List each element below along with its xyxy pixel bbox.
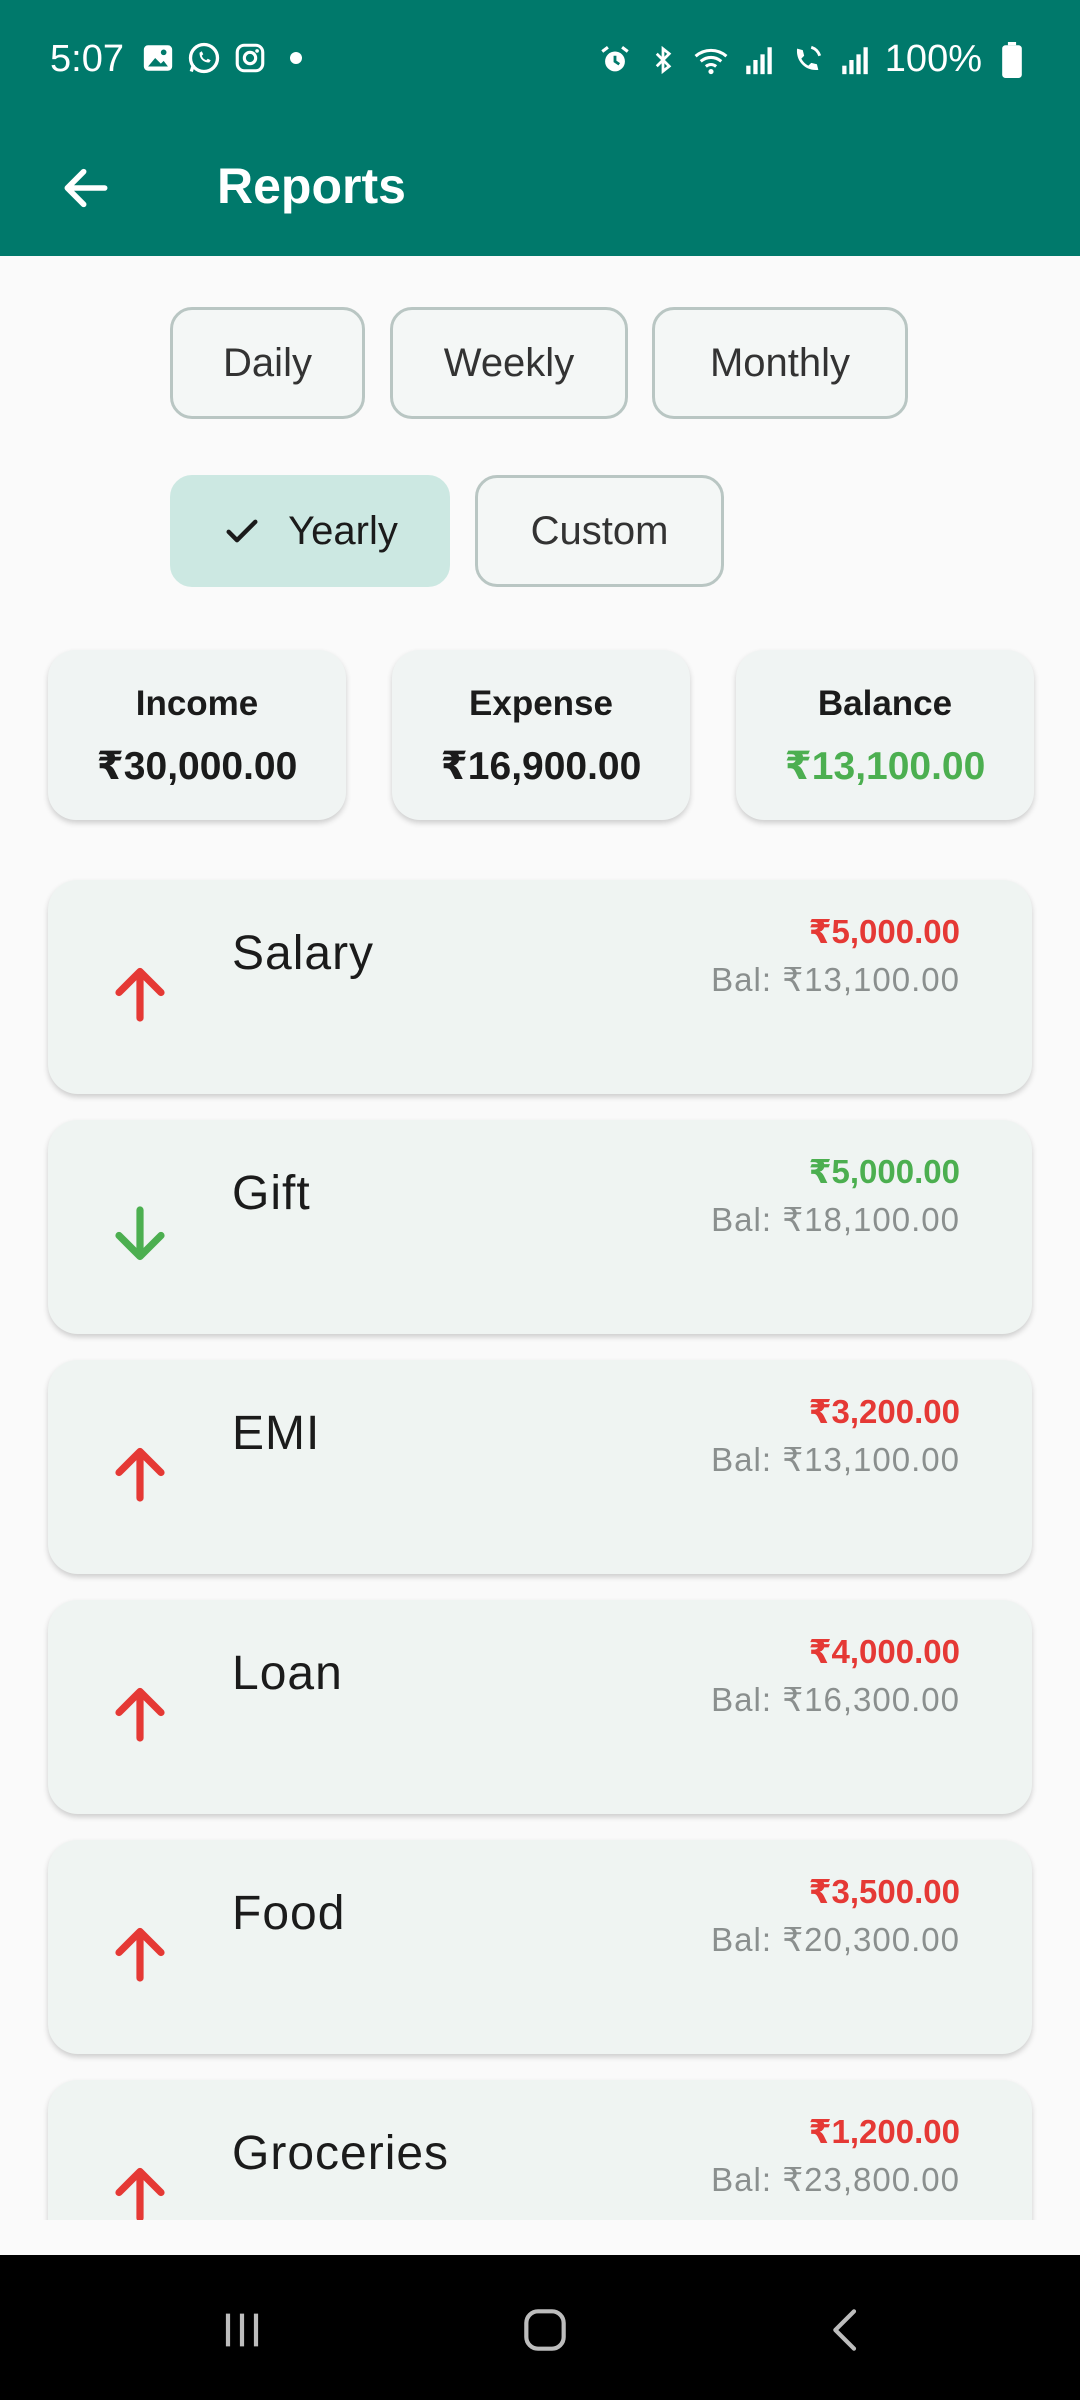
transaction-balance: Bal: ₹18,100.00 bbox=[711, 1201, 960, 1238]
balance-value: ₹13,100.00 bbox=[784, 745, 986, 788]
transaction-card[interactable]: Groceries ₹1,200.00 Bal: ₹23,800.00 bbox=[48, 2080, 1032, 2220]
income-label: Income bbox=[135, 684, 259, 723]
transaction-name: EMI bbox=[232, 1407, 321, 1460]
system-back-button[interactable] bbox=[802, 2285, 892, 2375]
income-value: ₹30,000.00 bbox=[96, 745, 298, 788]
transaction-amount: ₹5,000.00 bbox=[808, 913, 960, 950]
transaction-card[interactable]: Loan ₹4,000.00 Bal: ₹16,300.00 bbox=[48, 1600, 1032, 1814]
transaction-card[interactable]: Food ₹3,500.00 Bal: ₹20,300.00 bbox=[48, 1840, 1032, 2054]
check-icon bbox=[222, 511, 262, 551]
balance-summary-card: Balance ₹13,100.00 bbox=[736, 650, 1034, 820]
instagram-icon bbox=[232, 40, 268, 76]
transaction-balance: Bal: ₹23,800.00 bbox=[711, 2161, 960, 2198]
transaction-balance: Bal: ₹13,100.00 bbox=[711, 1441, 960, 1478]
transaction-amount: ₹5,000.00 bbox=[808, 1153, 960, 1190]
transaction-card[interactable]: EMI ₹3,200.00 Bal: ₹13,100.00 bbox=[48, 1360, 1032, 1574]
chip-label: Daily bbox=[223, 340, 312, 385]
chip-label: Custom bbox=[530, 508, 669, 553]
home-button[interactable] bbox=[500, 2285, 590, 2375]
filter-chip-yearly[interactable]: Yearly bbox=[170, 475, 450, 587]
whatsapp-icon bbox=[186, 40, 222, 76]
filter-chip-weekly[interactable]: Weekly bbox=[390, 307, 628, 419]
expense-summary-card: Expense ₹16,900.00 bbox=[392, 650, 690, 820]
filter-chip-custom[interactable]: Custom bbox=[475, 475, 724, 587]
app-bar: Reports bbox=[0, 120, 1080, 256]
transaction-balance: Bal: ₹20,300.00 bbox=[711, 1921, 960, 1958]
signal-2-icon bbox=[837, 42, 873, 78]
recent-apps-icon bbox=[225, 2313, 259, 2347]
dot-icon bbox=[278, 40, 314, 76]
bluetooth-icon bbox=[645, 42, 681, 78]
arrow-left-icon bbox=[64, 168, 108, 208]
transaction-card[interactable]: Salary ₹5,000.00 Bal: ₹13,100.00 bbox=[48, 880, 1032, 1094]
transaction-balance: Bal: ₹16,300.00 bbox=[711, 1681, 960, 1718]
system-icons: 100% bbox=[597, 38, 1030, 81]
signal-icon bbox=[741, 42, 777, 78]
arrow-up-icon bbox=[115, 1687, 165, 1742]
arrow-down-icon bbox=[115, 1206, 165, 1261]
alarm-icon bbox=[597, 42, 633, 78]
chip-label: Yearly bbox=[288, 508, 398, 553]
notification-icons bbox=[140, 40, 314, 76]
gallery-icon bbox=[140, 40, 176, 76]
transaction-amount: ₹3,500.00 bbox=[808, 1873, 960, 1910]
transaction-card[interactable]: Gift ₹5,000.00 Bal: ₹18,100.00 bbox=[48, 1120, 1032, 1334]
transaction-name: Loan bbox=[232, 1647, 343, 1700]
income-summary-card: Income ₹30,000.00 bbox=[48, 650, 346, 820]
back-button[interactable] bbox=[50, 152, 122, 224]
filter-chip-daily[interactable]: Daily bbox=[170, 307, 365, 419]
battery-icon bbox=[994, 41, 1030, 78]
arrow-up-icon bbox=[115, 1927, 165, 1982]
expense-label: Expense bbox=[469, 684, 613, 723]
balance-label: Balance bbox=[817, 684, 953, 723]
arrow-up-icon bbox=[115, 967, 165, 1022]
call-signal-icon bbox=[789, 42, 825, 78]
battery-percentage: 100% bbox=[884, 38, 982, 80]
chip-label: Monthly bbox=[709, 340, 851, 385]
status-bar: 5:07 100% bbox=[0, 0, 1080, 120]
transaction-name: Gift bbox=[232, 1167, 311, 1220]
arrow-up-icon bbox=[115, 2167, 165, 2220]
arrow-up-icon bbox=[115, 1447, 165, 1502]
chip-label: Weekly bbox=[443, 340, 575, 385]
transaction-name: Salary bbox=[232, 927, 375, 980]
transaction-amount: ₹4,000.00 bbox=[808, 1633, 960, 1670]
transaction-name: Food bbox=[232, 1887, 346, 1940]
transaction-amount: ₹1,200.00 bbox=[808, 2113, 960, 2150]
expense-value: ₹16,900.00 bbox=[440, 745, 642, 788]
system-navigation-bar bbox=[0, 2255, 1080, 2400]
transaction-balance: Bal: ₹13,100.00 bbox=[711, 961, 960, 998]
chevron-left-icon bbox=[833, 2309, 857, 2351]
transaction-name: Groceries bbox=[232, 2127, 450, 2180]
home-icon bbox=[524, 2309, 566, 2351]
status-time: 5:07 bbox=[50, 38, 124, 80]
recent-apps-button[interactable] bbox=[197, 2285, 287, 2375]
transaction-list[interactable]: Salary ₹5,000.00 Bal: ₹13,100.00 Gift ₹5… bbox=[0, 870, 1080, 2220]
filter-chip-monthly[interactable]: Monthly bbox=[652, 307, 908, 419]
transaction-amount: ₹3,200.00 bbox=[808, 1393, 960, 1430]
wifi-icon bbox=[693, 42, 729, 78]
page-title: Reports bbox=[217, 158, 406, 214]
